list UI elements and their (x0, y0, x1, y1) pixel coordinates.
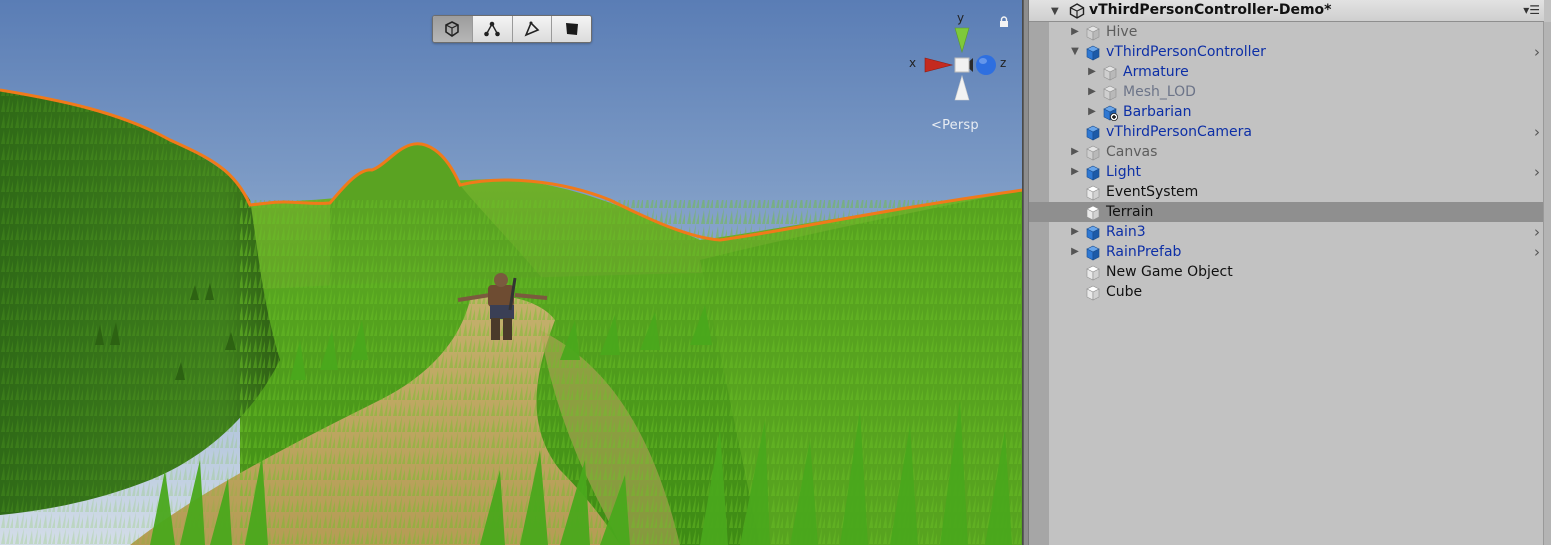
hierarchy-item-label: Cube (1106, 284, 1143, 300)
expand-right-icon[interactable]: ▶ (1069, 222, 1081, 242)
cube-white-icon (1085, 285, 1101, 307)
scrollbar[interactable] (1543, 22, 1551, 545)
hierarchy-item-hive[interactable]: ▶ Hive (1029, 22, 1544, 42)
projection-toggle[interactable]: <Persp (931, 118, 979, 133)
hierarchy-item-eventsystem[interactable]: EventSystem (1029, 182, 1544, 202)
hierarchy-item-rain3[interactable]: ▶ Rain3 › (1029, 222, 1544, 242)
scene-view[interactable]: y x z <Persp (0, 0, 1023, 545)
expand-right-icon[interactable]: ▶ (1069, 22, 1081, 42)
shaded-mode-icon (445, 21, 460, 37)
expand-right-icon[interactable]: ▶ (1086, 102, 1098, 122)
expand-right-icon[interactable]: ▶ (1086, 82, 1098, 102)
hierarchy-item-label: New Game Object (1106, 264, 1233, 280)
gizmo-z-label: z (1000, 56, 1007, 70)
hierarchy-item-label: Mesh_LOD (1123, 84, 1196, 100)
expand-right-icon[interactable]: ▶ (1086, 62, 1098, 82)
hierarchy-panel: ▼ vThirdPersonController-Demo* ▾☰ ▶ Hive ▼… (1028, 0, 1551, 545)
shaded-mode-button[interactable] (433, 16, 473, 42)
pen-tool-button[interactable] (512, 16, 553, 42)
hierarchy-item-new-game-object[interactable]: New Game Object (1029, 262, 1544, 282)
hierarchy-item-label: Canvas (1106, 144, 1158, 160)
lock-icon[interactable] (998, 16, 1010, 28)
expand-down-icon[interactable]: ▼ (1069, 42, 1081, 62)
expand-right-icon[interactable]: ▶ (1069, 242, 1081, 262)
nodes-button[interactable] (472, 16, 513, 42)
projection-label: Persp (942, 118, 979, 133)
hierarchy-item-cube[interactable]: Cube (1029, 282, 1544, 302)
hierarchy-item-vthirdpersoncamera[interactable]: vThirdPersonCamera › (1029, 122, 1544, 142)
gizmo-y-label: y (957, 11, 965, 25)
hierarchy-item-label: Barbarian (1123, 104, 1192, 120)
hierarchy-item-mesh-lod[interactable]: ▶ Mesh_LOD (1029, 82, 1544, 102)
hierarchy-item-label: vThirdPersonController (1106, 44, 1266, 60)
chevron-right-icon[interactable]: › (1534, 242, 1540, 262)
hierarchy-item-canvas[interactable]: ▶ Canvas (1029, 142, 1544, 162)
hierarchy-item-label: Light (1106, 164, 1141, 180)
chevron-down-icon[interactable]: ▼ (1051, 6, 1059, 17)
flag-icon (565, 23, 578, 35)
unity-logo-icon (1069, 3, 1085, 19)
hierarchy-item-armature[interactable]: ▶ Armature (1029, 62, 1544, 82)
hierarchy-item-label: Terrain (1106, 204, 1154, 220)
scene-viewport[interactable] (0, 0, 1023, 545)
hierarchy-item-label: Armature (1123, 64, 1189, 80)
hierarchy-item-barbarian[interactable]: ▶ Barbarian (1029, 102, 1544, 122)
pen-tool-icon (524, 21, 540, 37)
menu-icon[interactable]: ▾☰ (1523, 3, 1540, 17)
chevron-right-icon[interactable]: › (1534, 162, 1540, 182)
expand-right-icon[interactable]: ▶ (1069, 162, 1081, 182)
scene-tool-strip (432, 15, 592, 43)
expand-right-icon[interactable]: ▶ (1069, 142, 1081, 162)
hierarchy-item-rainprefab[interactable]: ▶ RainPrefab › (1029, 242, 1544, 262)
gizmo-x-label: x (909, 56, 917, 70)
hierarchy-item-vthirdpersoncontroller[interactable]: ▼ vThirdPersonController › (1029, 42, 1544, 62)
hierarchy-item-light[interactable]: ▶ Light › (1029, 162, 1544, 182)
hierarchy-item-label: Hive (1106, 24, 1138, 40)
scene-header[interactable]: ▼ vThirdPersonController-Demo* ▾☰ (1029, 0, 1544, 22)
hierarchy-item-label: EventSystem (1106, 184, 1199, 200)
chevron-right-icon[interactable]: › (1534, 222, 1540, 242)
chevron-right-icon[interactable]: › (1534, 122, 1540, 142)
chevron-right-icon[interactable]: › (1534, 42, 1540, 62)
hierarchy-item-terrain[interactable]: Terrain (1029, 202, 1544, 222)
nodes-icon (484, 21, 500, 37)
hierarchy-item-label: vThirdPersonCamera (1106, 124, 1252, 140)
chevron-left-icon: < (931, 118, 943, 133)
hierarchy-item-label: RainPrefab (1106, 244, 1182, 260)
flag-button[interactable] (552, 16, 591, 42)
hierarchy-item-label: Rain3 (1106, 224, 1146, 240)
scene-title: vThirdPersonController-Demo* (1089, 2, 1332, 18)
